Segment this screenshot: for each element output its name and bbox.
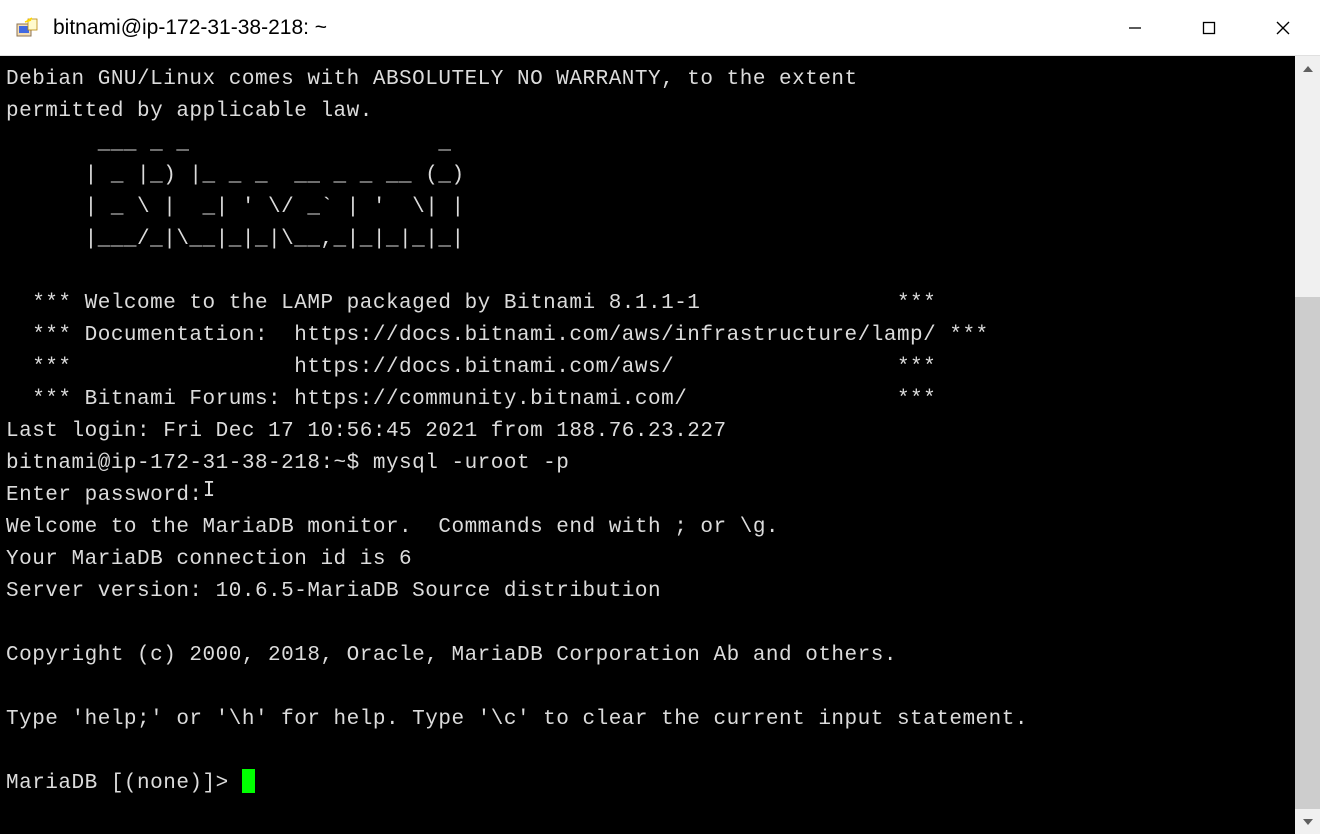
titlebar[interactable]: bitnami@ip-172-31-38-218: ~ — [0, 0, 1320, 56]
putty-icon — [15, 16, 39, 40]
scroll-thumb[interactable] — [1295, 297, 1320, 809]
window-title: bitnami@ip-172-31-38-218: ~ — [53, 16, 1098, 40]
minimize-button[interactable] — [1098, 0, 1172, 55]
maximize-button[interactable] — [1172, 0, 1246, 55]
scroll-up-arrow[interactable] — [1295, 56, 1320, 81]
terminal-container: Debian GNU/Linux comes with ABSOLUTELY N… — [0, 56, 1320, 834]
window-controls — [1098, 0, 1320, 55]
terminal[interactable]: Debian GNU/Linux comes with ABSOLUTELY N… — [0, 56, 1295, 834]
scroll-track[interactable] — [1295, 81, 1320, 809]
scroll-down-arrow[interactable] — [1295, 809, 1320, 834]
terminal-cursor — [242, 769, 255, 793]
close-button[interactable] — [1246, 0, 1320, 55]
scrollbar[interactable] — [1295, 56, 1320, 834]
mariadb-prompt: MariaDB [(none)]> — [6, 772, 242, 795]
